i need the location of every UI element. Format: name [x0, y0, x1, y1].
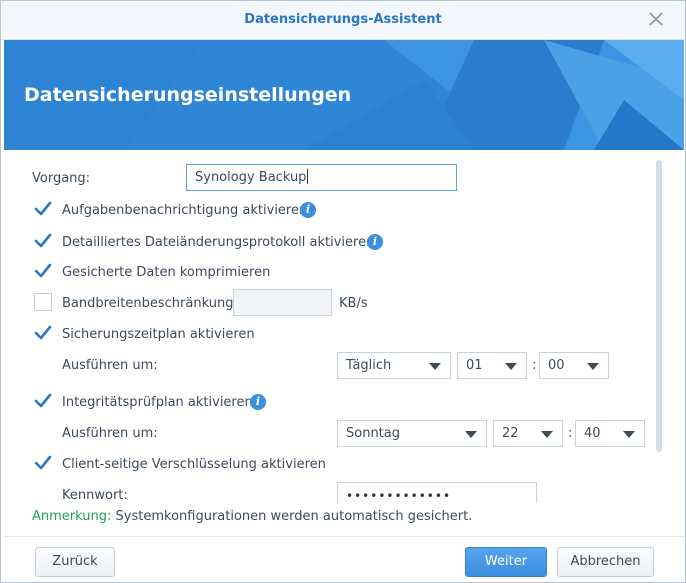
task-label: Vorgang: [32, 171, 91, 186]
integrity-hour-value: 22 [502, 426, 519, 441]
header-banner: Datensicherungseinstellungen [4, 40, 684, 150]
chevron-down-icon [623, 431, 635, 438]
chevron-down-icon [587, 363, 599, 370]
checkmark-icon [34, 455, 52, 470]
scrollbar[interactable] [656, 160, 662, 452]
footer: Zurück Weiter Abbrechen [4, 536, 684, 582]
backup-schedule-label: Sicherungszeitplan aktivieren [62, 327, 255, 342]
task-notification-checkbox[interactable] [34, 200, 52, 218]
bandwidth-unit: KB/s [339, 296, 368, 311]
bandwidth-label: Bandbreitenbeschränkung [62, 296, 234, 311]
bandwidth-checkbox[interactable] [34, 293, 52, 311]
integrity-hour-select[interactable]: 22 [493, 420, 563, 447]
chevron-down-icon [465, 431, 477, 438]
checkmark-icon [34, 263, 52, 278]
backup-hour-value: 01 [466, 358, 483, 373]
detailed-log-label: Detailliertes Dateiänderungsprotokoll ak… [62, 235, 375, 250]
checkmark-icon [34, 393, 52, 408]
info-icon[interactable]: i [367, 234, 383, 250]
backup-schedule-checkbox[interactable] [34, 324, 52, 342]
next-button[interactable]: Weiter [465, 547, 547, 577]
compress-label: Gesicherte Daten komprimieren [62, 265, 271, 280]
task-notification-label: Aufgabenbenachrichtigung aktivieren [62, 203, 308, 218]
text-cursor [307, 169, 309, 184]
integrity-minute-value: 40 [584, 426, 601, 441]
backup-run-at-label: Ausführen um: [62, 358, 158, 373]
encryption-label: Client-seitige Verschlüsselung aktiviere… [62, 457, 326, 472]
checkmark-icon [34, 233, 52, 248]
backup-frequency-select[interactable]: Täglich [337, 352, 451, 379]
backup-hour-select[interactable]: 01 [457, 352, 527, 379]
window-title: Datensicherungs-Assistent [244, 12, 442, 27]
banner-title: Datensicherungseinstellungen [24, 84, 352, 106]
note: Anmerkung: Systemkonfigurationen werden … [32, 509, 472, 524]
integrity-schedule-checkbox[interactable] [34, 392, 52, 410]
compress-checkbox[interactable] [34, 262, 52, 280]
note-text: Systemkonfigurationen werden automatisch… [111, 509, 473, 524]
checkmark-icon [34, 201, 52, 216]
bandwidth-input[interactable] [233, 289, 332, 316]
chevron-down-icon [429, 363, 441, 370]
backup-wizard-window: Datensicherungs-Assistent Datensicherung… [0, 0, 686, 583]
chevron-down-icon [505, 363, 517, 370]
info-icon[interactable]: i [300, 202, 316, 218]
backup-minute-value: 00 [548, 358, 565, 373]
integrity-run-at-label: Ausführen um: [62, 426, 158, 441]
integrity-day-select[interactable]: Sonntag [337, 420, 487, 447]
checkmark-icon [34, 325, 52, 340]
task-name-value: Synology Backup [195, 170, 307, 185]
password-label: Kennwort: [62, 488, 128, 503]
detailed-log-checkbox[interactable] [34, 232, 52, 250]
note-key: Anmerkung: [32, 509, 112, 524]
info-icon[interactable]: i [250, 394, 266, 410]
back-button[interactable]: Zurück [35, 547, 115, 577]
backup-frequency-value: Täglich [346, 358, 392, 373]
time-separator: : [532, 358, 537, 373]
chevron-down-icon [541, 431, 553, 438]
time-separator: : [568, 426, 573, 441]
password-input[interactable]: ••••••••••••• [337, 482, 537, 503]
close-icon[interactable] [647, 10, 665, 28]
cancel-button[interactable]: Abbrechen [557, 547, 654, 577]
backup-minute-select[interactable]: 00 [539, 352, 609, 379]
title-bar: Datensicherungs-Assistent [1, 1, 685, 40]
integrity-schedule-label: Integritätsprüfplan aktivieren [62, 395, 253, 410]
task-name-input[interactable]: Synology Backup [186, 164, 457, 191]
integrity-minute-select[interactable]: 40 [575, 420, 645, 447]
integrity-day-value: Sonntag [346, 426, 400, 441]
encryption-checkbox[interactable] [34, 454, 52, 472]
